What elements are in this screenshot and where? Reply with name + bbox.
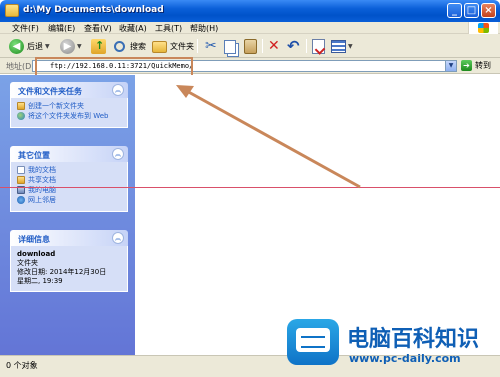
details-panel-header[interactable]: 详细信息 ︽ bbox=[10, 230, 128, 246]
close-button[interactable]: × bbox=[481, 3, 496, 18]
task-publish-web[interactable]: 将这个文件夹发布到 Web bbox=[17, 112, 121, 120]
paste-icon bbox=[244, 39, 257, 54]
search-icon bbox=[114, 41, 125, 52]
views-dropdown-icon: ▼ bbox=[348, 43, 353, 50]
back-dropdown-icon[interactable]: ▼ bbox=[45, 43, 50, 50]
details-panel-title: 详细信息 bbox=[18, 235, 50, 244]
details-panel: 详细信息 ︽ download 文件夹 修改日期: 2014年12月30日 星期… bbox=[10, 230, 128, 292]
back-button[interactable]: ◀ 后退 ▼ bbox=[9, 38, 50, 55]
watermark-url: www.pc-daily.com bbox=[349, 352, 461, 365]
menu-tools[interactable]: 工具(T) bbox=[155, 23, 182, 34]
details-panel-body: download 文件夹 修改日期: 2014年12月30日 星期二, 19:3… bbox=[10, 246, 128, 292]
menu-view[interactable]: 查看(V) bbox=[84, 23, 112, 34]
search-label: 搜索 bbox=[130, 42, 146, 51]
tasks-panel-body: 创建一个新文件夹 将这个文件夹发布到 Web bbox=[10, 98, 128, 128]
forward-arrow-icon: ▶ bbox=[60, 39, 75, 54]
places-panel-header[interactable]: 其它位置 ︽ bbox=[10, 146, 128, 162]
new-folder-icon bbox=[17, 102, 25, 110]
shared-documents-icon bbox=[17, 176, 25, 184]
watermark: 电脑百科知识 www.pc-daily.com bbox=[287, 317, 500, 377]
task-new-folder[interactable]: 创建一个新文件夹 bbox=[17, 102, 121, 110]
go-arrow-icon: ➔ bbox=[461, 60, 472, 71]
title-bar: d:\My Documents\download _ □ × bbox=[0, 0, 500, 22]
toolbar-separator bbox=[197, 39, 198, 53]
detail-type: 文件夹 bbox=[17, 259, 38, 267]
place-network[interactable]: 网上邻居 bbox=[17, 196, 121, 204]
window-title: d:\My Documents\download bbox=[23, 5, 164, 15]
detail-modified: 修改日期: 2014年12月30日 bbox=[17, 268, 107, 276]
go-label: 转到 bbox=[475, 61, 491, 70]
copy-icon bbox=[224, 39, 236, 54]
scissors-icon: ✂ bbox=[205, 38, 217, 54]
maximize-button[interactable]: □ bbox=[464, 3, 479, 18]
task-label: 将这个文件夹发布到 Web bbox=[28, 112, 109, 120]
paste-button[interactable] bbox=[244, 38, 257, 55]
folders-label: 文件夹 bbox=[170, 42, 194, 51]
task-pane: 文件和文件夹任务 ︽ 创建一个新文件夹 将这个文件夹发布到 Web 其它位置 ︽… bbox=[0, 75, 135, 355]
place-shared-documents[interactable]: 共享文档 bbox=[17, 176, 121, 184]
tasks-panel: 文件和文件夹任务 ︽ 创建一个新文件夹 将这个文件夹发布到 Web bbox=[10, 82, 128, 128]
forward-button[interactable]: ▶ ▼ bbox=[60, 38, 82, 55]
folders-button[interactable]: 文件夹 bbox=[152, 38, 194, 55]
undo-icon: ↶ bbox=[287, 37, 300, 55]
detail-name: download bbox=[17, 250, 56, 258]
views-icon bbox=[331, 40, 346, 53]
go-button[interactable]: ➔ 转到 bbox=[461, 60, 491, 71]
delete-button[interactable]: ✕ bbox=[268, 38, 283, 55]
properties-button[interactable] bbox=[312, 38, 325, 55]
file-list-area[interactable] bbox=[135, 75, 500, 355]
places-panel: 其它位置 ︽ 我的文档 共享文档 我的电脑 网上邻居 bbox=[10, 146, 128, 212]
menu-file[interactable]: 文件(F) bbox=[12, 23, 39, 34]
menu-edit[interactable]: 编辑(E) bbox=[48, 23, 75, 34]
pc-daily-logo-icon bbox=[287, 319, 339, 365]
windows-logo bbox=[468, 22, 498, 34]
status-text: 0 个对象 bbox=[6, 361, 38, 370]
delete-x-icon: ✕ bbox=[268, 38, 280, 54]
watermark-title: 电脑百科知识 bbox=[347, 327, 480, 352]
folders-icon bbox=[152, 40, 167, 53]
detail-modified-time: 星期二, 19:39 bbox=[17, 277, 63, 285]
folder-icon bbox=[5, 4, 19, 17]
collapse-up-icon[interactable]: ︽ bbox=[112, 232, 124, 244]
my-documents-icon bbox=[17, 166, 25, 174]
up-folder-button[interactable] bbox=[91, 38, 106, 55]
place-label: 共享文档 bbox=[28, 176, 56, 184]
menu-help[interactable]: 帮助(H) bbox=[190, 23, 218, 34]
back-label: 后退 bbox=[27, 42, 43, 51]
views-button[interactable]: ▼ bbox=[331, 38, 353, 55]
menu-bar: 文件(F) 编辑(E) 查看(V) 收藏(A) 工具(T) 帮助(H) bbox=[0, 22, 500, 34]
place-label: 网上邻居 bbox=[28, 196, 56, 204]
minimize-button[interactable]: _ bbox=[447, 3, 462, 18]
back-arrow-icon: ◀ bbox=[9, 39, 24, 54]
collapse-up-icon[interactable]: ︽ bbox=[112, 148, 124, 160]
copy-button[interactable] bbox=[224, 38, 236, 55]
collapse-up-icon[interactable]: ︽ bbox=[112, 84, 124, 96]
guide-line bbox=[0, 187, 500, 188]
tasks-panel-title: 文件和文件夹任务 bbox=[18, 87, 82, 96]
undo-button[interactable]: ↶ bbox=[287, 38, 302, 55]
toolbar: ◀ 后退 ▼ ▶ ▼ 搜索 文件夹 ✂ ✕ ↶ ▼ bbox=[0, 34, 500, 58]
place-my-documents[interactable]: 我的文档 bbox=[17, 166, 121, 174]
address-dropdown-icon[interactable]: ▼ bbox=[445, 61, 456, 71]
windows-flag-icon bbox=[478, 23, 489, 33]
up-folder-icon bbox=[91, 39, 106, 54]
task-label: 创建一个新文件夹 bbox=[28, 102, 84, 110]
network-icon bbox=[17, 196, 25, 204]
forward-dropdown-icon[interactable]: ▼ bbox=[77, 43, 82, 50]
publish-web-icon bbox=[17, 112, 25, 120]
address-label: 地址(D) bbox=[6, 62, 35, 71]
search-button[interactable]: 搜索 bbox=[112, 38, 146, 55]
properties-check-icon bbox=[312, 39, 325, 54]
menu-favorites[interactable]: 收藏(A) bbox=[119, 23, 147, 34]
toolbar-separator bbox=[306, 39, 307, 53]
places-panel-title: 其它位置 bbox=[18, 151, 50, 160]
tasks-panel-header[interactable]: 文件和文件夹任务 ︽ bbox=[10, 82, 128, 98]
place-label: 我的文档 bbox=[28, 166, 56, 174]
cut-button[interactable]: ✂ bbox=[205, 38, 220, 55]
toolbar-separator bbox=[262, 39, 263, 53]
